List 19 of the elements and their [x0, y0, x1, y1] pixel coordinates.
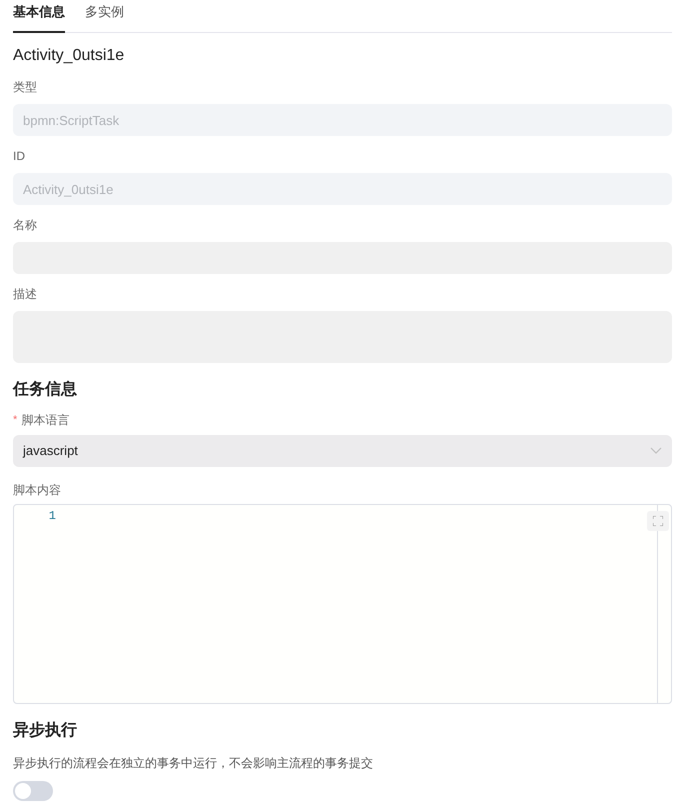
field-label: 类型: [13, 79, 38, 95]
required-mark: *: [13, 413, 18, 428]
fullscreen-icon[interactable]: [647, 510, 669, 530]
element-title: Activity_0utsi1e: [13, 46, 126, 66]
language-select[interactable]: javascript: [13, 434, 672, 466]
line-number: 1: [48, 508, 56, 524]
toggle-switch[interactable]: [13, 780, 53, 800]
tab[interactable]: 基本信息: [13, 0, 65, 33]
code-editor[interactable]: 1: [13, 504, 672, 704]
section-heading: 异步执行: [13, 720, 78, 740]
tab[interactable]: 多实例: [85, 0, 124, 33]
field-label: 脚本内容: [13, 482, 62, 498]
field-label: ID: [13, 148, 26, 164]
field-label: 脚本语言: [21, 412, 70, 428]
field-label: 名称: [13, 217, 38, 233]
help-text: 异步执行的流程会在独立的事务中运行，不会影响主流程的事务提交: [13, 754, 374, 770]
section-heading: 任务信息: [13, 380, 78, 400]
field-label: 描述: [13, 286, 38, 302]
chevron-down-icon: [650, 446, 662, 454]
